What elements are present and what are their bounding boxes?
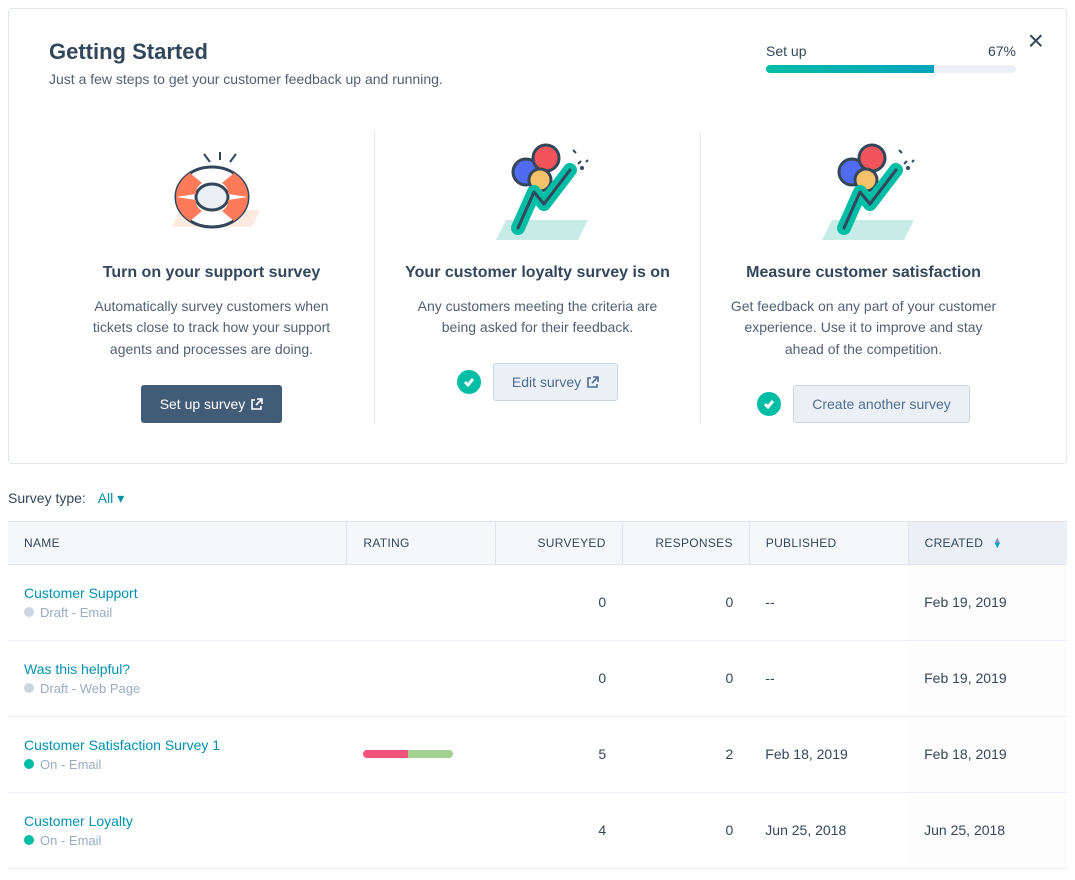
survey-type-filter: Survey type: All▾	[0, 472, 1075, 521]
step-card: Measure customer satisfaction Get feedbac…	[700, 132, 1026, 423]
table-row: Customer Satisfaction Survey 1 On - Email…	[8, 716, 1067, 792]
table-row: Was this helpful?Draft - Web Page00--Feb…	[8, 640, 1067, 716]
sort-icon: ▲▼	[993, 538, 1002, 548]
col-name[interactable]: NAME	[8, 521, 347, 564]
survey-status: On - Email	[24, 757, 331, 772]
survey-status: Draft - Email	[24, 605, 331, 620]
cell-rating	[347, 640, 495, 716]
step-button[interactable]: Create another survey	[793, 385, 970, 423]
cell-rating	[347, 716, 495, 792]
cell-created: Feb 18, 2019	[908, 716, 1067, 792]
col-surveyed[interactable]: SURVEYED	[495, 521, 622, 564]
cell-responses: 0	[622, 640, 749, 716]
setup-progress: Set up 67%	[766, 43, 1016, 73]
step-desc: Get feedback on any part of your custome…	[725, 296, 1002, 361]
step-title: Your customer loyalty survey is on	[405, 262, 670, 284]
cell-responses: 0	[622, 792, 749, 868]
cell-surveyed: 5	[495, 716, 622, 792]
survey-name-link[interactable]: Customer Loyalty	[24, 813, 331, 829]
step-desc: Any customers meeting the criteria are b…	[399, 296, 676, 339]
cell-published: Jun 25, 2018	[749, 792, 908, 868]
step-card: Your customer loyalty survey is on Any cu…	[374, 132, 700, 423]
table-row: Customer LoyaltyOn - Email40Jun 25, 2018…	[8, 792, 1067, 868]
step-title: Measure customer satisfaction	[746, 262, 981, 284]
surveys-table: NAME RATING SURVEYED RESPONSES PUBLISHED…	[8, 521, 1067, 869]
check-icon	[757, 392, 781, 416]
cell-created: Feb 19, 2019	[908, 564, 1067, 640]
step-card: Turn on your support survey Automatically…	[49, 132, 374, 423]
survey-status: Draft - Web Page	[24, 681, 331, 696]
progress-fill	[766, 65, 934, 73]
progress-label: Set up	[766, 43, 806, 59]
col-created[interactable]: CREATED ▲▼	[908, 521, 1067, 564]
filter-value[interactable]: All▾	[98, 490, 125, 506]
col-responses[interactable]: RESPONSES	[622, 521, 749, 564]
page-title: Getting Started	[49, 39, 443, 65]
cell-responses: 0	[622, 564, 749, 640]
cell-published: --	[749, 640, 908, 716]
survey-status: On - Email	[24, 833, 331, 848]
survey-name-link[interactable]: Was this helpful?	[24, 661, 331, 677]
cell-surveyed: 0	[495, 640, 622, 716]
step-illustration	[152, 132, 272, 252]
status-dot-icon	[24, 683, 34, 693]
cell-created: Jun 25, 2018	[908, 792, 1067, 868]
check-icon	[457, 370, 481, 394]
step-button[interactable]: Set up survey	[141, 385, 283, 423]
status-dot-icon	[24, 835, 34, 845]
getting-started-card: × Getting Started Just a few steps to ge…	[8, 8, 1067, 464]
progress-track	[766, 65, 1016, 73]
col-rating[interactable]: RATING	[347, 521, 495, 564]
external-link-icon	[587, 376, 599, 388]
progress-value: 67%	[988, 43, 1016, 59]
external-link-icon	[251, 398, 263, 410]
survey-name-link[interactable]: Customer Support	[24, 585, 331, 601]
rating-bar	[363, 750, 453, 758]
step-illustration	[478, 132, 598, 252]
close-icon[interactable]: ×	[1028, 27, 1044, 55]
cell-rating	[347, 792, 495, 868]
step-button[interactable]: Edit survey	[493, 363, 618, 401]
status-dot-icon	[24, 759, 34, 769]
step-desc: Automatically survey customers when tick…	[73, 296, 350, 361]
step-illustration	[804, 132, 924, 252]
table-row: Customer SupportDraft - Email00--Feb 19,…	[8, 564, 1067, 640]
cell-published: --	[749, 564, 908, 640]
survey-name-link[interactable]: Customer Satisfaction Survey 1	[24, 737, 331, 753]
col-published[interactable]: PUBLISHED	[749, 521, 908, 564]
cell-responses: 2	[622, 716, 749, 792]
cell-rating	[347, 564, 495, 640]
status-dot-icon	[24, 607, 34, 617]
cell-published: Feb 18, 2019	[749, 716, 908, 792]
step-title: Turn on your support survey	[103, 262, 321, 284]
filter-label: Survey type:	[8, 490, 86, 506]
cell-created: Feb 19, 2019	[908, 640, 1067, 716]
chevron-down-icon: ▾	[117, 490, 124, 507]
page-subtitle: Just a few steps to get your customer fe…	[49, 71, 443, 87]
cell-surveyed: 4	[495, 792, 622, 868]
cell-surveyed: 0	[495, 564, 622, 640]
